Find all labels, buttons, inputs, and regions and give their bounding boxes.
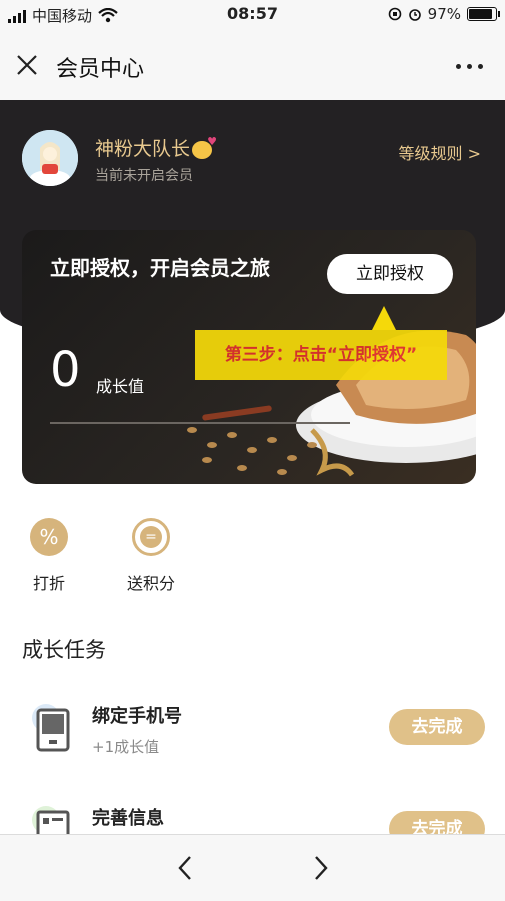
- back-arrow-icon[interactable]: [174, 853, 196, 883]
- nav-bar: 会员中心: [0, 30, 505, 100]
- task-title: 完善信息: [92, 808, 164, 829]
- complete-task-button[interactable]: 去完成: [389, 709, 485, 745]
- user-name-text: 神粉大队长: [95, 138, 191, 160]
- growth-value: 0: [50, 342, 81, 398]
- growth-label: 成长值: [96, 377, 145, 396]
- orientation-lock-icon: [388, 7, 401, 21]
- task-row: 绑定手机号 +1成长值 去完成: [0, 702, 505, 782]
- percent-icon: %: [30, 518, 68, 556]
- battery-icon: [467, 7, 500, 21]
- status-bar: 中国移动 08:57 97%: [0, 0, 505, 30]
- bottom-bar: [0, 834, 505, 901]
- avatar[interactable]: [22, 130, 78, 186]
- benefit-label: 打折: [32, 574, 65, 593]
- user-name: 神粉大队长: [95, 134, 217, 161]
- phone-icon: [32, 704, 70, 752]
- benefit-label: 送积分: [126, 574, 175, 593]
- task-subtitle: +1成长值: [92, 738, 160, 756]
- spices-illustration: [187, 405, 355, 477]
- more-icon[interactable]: [456, 64, 483, 69]
- close-icon[interactable]: [14, 52, 40, 78]
- points-glyph: =: [140, 526, 162, 548]
- benefit-discount[interactable]: % 打折: [19, 518, 79, 594]
- section-title: 成长任务: [22, 638, 106, 662]
- points-icon: =: [132, 518, 170, 556]
- guide-tooltip: 第三步：点击“立即授权”: [195, 330, 447, 380]
- task-title: 绑定手机号: [92, 706, 182, 727]
- tooltip-arrow: [372, 306, 396, 330]
- level-rules-link[interactable]: 等级规则 >: [399, 140, 482, 164]
- growth-progress-bar: [50, 422, 350, 424]
- page-title: 会员中心: [56, 57, 145, 82]
- forward-arrow-icon[interactable]: [310, 853, 332, 883]
- membership-status: 当前未开启会员: [95, 168, 193, 184]
- battery-percent: 97%: [427, 5, 461, 23]
- authorize-button[interactable]: 立即授权: [327, 254, 453, 294]
- status-right: 97%: [388, 5, 500, 23]
- card-title: 立即授权，开启会员之旅: [50, 256, 270, 280]
- benefit-points[interactable]: = 送积分: [121, 518, 181, 594]
- alarm-icon: [408, 9, 421, 21]
- avatar-image: [22, 130, 78, 186]
- heart-face-icon: [192, 135, 217, 159]
- battery-level: [469, 9, 493, 19]
